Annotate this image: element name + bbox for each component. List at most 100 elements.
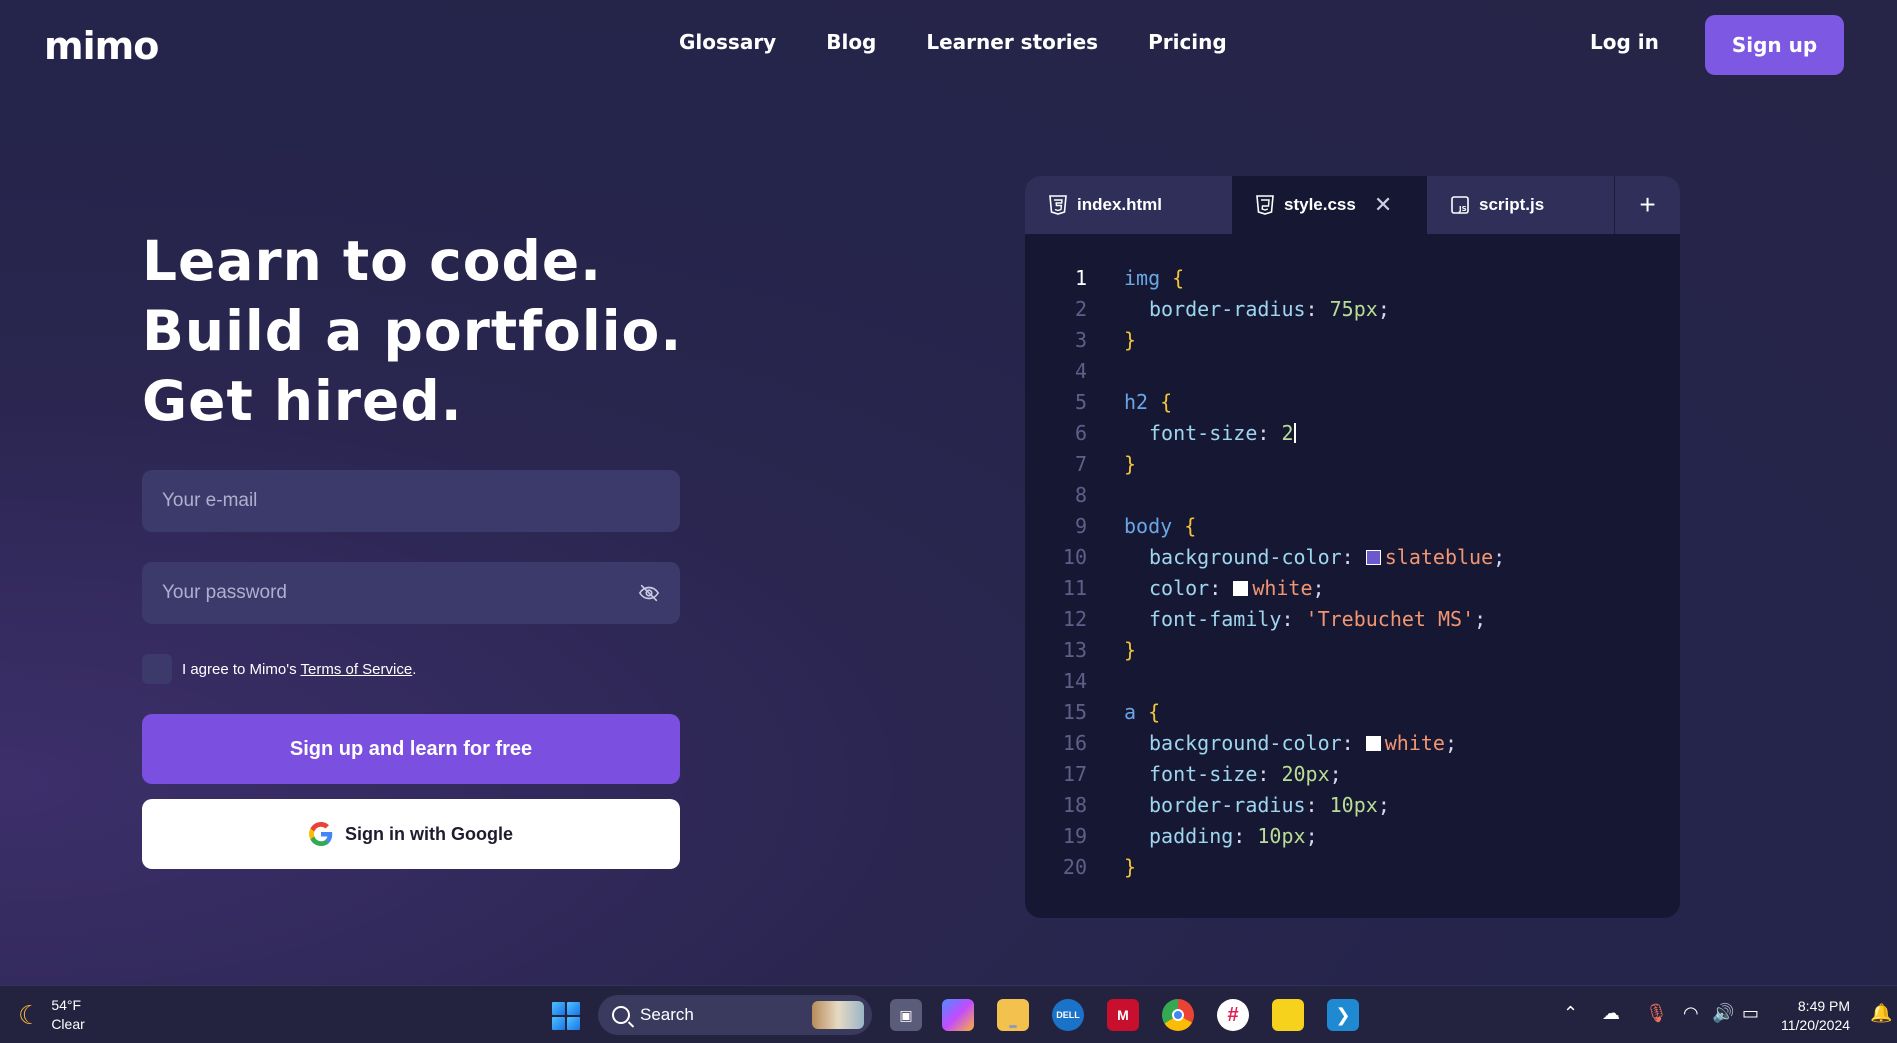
sticky-notes-icon[interactable]	[1272, 999, 1304, 1031]
color-swatch[interactable]	[1365, 735, 1381, 751]
html5-icon	[1049, 195, 1067, 215]
line-number: 5	[1074, 389, 1087, 414]
close-tab-icon[interactable]: ✕	[1374, 192, 1392, 218]
windows-start-icon[interactable]	[552, 1002, 580, 1030]
code-line: 13}	[1025, 634, 1680, 665]
nav-pricing[interactable]: Pricing	[1148, 30, 1227, 54]
code-line: 20}	[1025, 851, 1680, 882]
search-icon	[612, 1006, 630, 1024]
line-number: 19	[1062, 823, 1087, 848]
weather-widget[interactable]: ☾ 54°F Clear	[18, 996, 85, 1034]
email-input[interactable]	[162, 490, 660, 512]
code-area[interactable]: 1 img { 2 border-radius: 75px; 3} 4 5 h2 { …	[1025, 262, 1680, 882]
mcafee-icon[interactable]: M	[1107, 999, 1139, 1031]
copilot-icon[interactable]	[942, 999, 974, 1031]
line-number: 20	[1062, 854, 1087, 879]
google-button-label: Sign in with Google	[345, 823, 513, 844]
editor-tabs: index.html style.css ✕ JS script.js +	[1025, 176, 1680, 234]
mimo-logo[interactable]: mimo	[44, 24, 159, 68]
add-tab-button[interactable]: +	[1614, 176, 1680, 234]
code-line: 12 font-family: 'Trebuchet MS';	[1025, 603, 1680, 634]
code-line: 4	[1025, 355, 1680, 386]
battery-icon[interactable]: ▭	[1742, 1003, 1759, 1024]
code-line: 16 background-color: white;	[1025, 727, 1680, 758]
nav-learner-stories[interactable]: Learner stories	[926, 30, 1098, 54]
code-line: 3}	[1025, 324, 1680, 355]
eye-off-icon[interactable]	[638, 582, 660, 604]
line-number: 3	[1074, 327, 1087, 352]
css3-icon	[1256, 195, 1274, 215]
chrome-icon[interactable]	[1162, 999, 1194, 1031]
hero-line-1: Learn to code.	[142, 229, 603, 293]
terms-agreement: I agree to Mimo's Terms of Service.	[142, 654, 416, 684]
color-swatch[interactable]	[1365, 549, 1381, 565]
line-number: 14	[1062, 668, 1087, 693]
terms-link[interactable]: Terms of Service	[300, 661, 412, 678]
line-number: 6	[1074, 420, 1087, 445]
email-field[interactable]	[142, 470, 680, 532]
notifications-icon[interactable]: 🔔	[1870, 1003, 1892, 1024]
color-swatch[interactable]	[1233, 580, 1249, 596]
slack-icon[interactable]: #	[1217, 999, 1249, 1031]
line-number: 18	[1062, 792, 1087, 817]
password-field[interactable]	[142, 562, 680, 624]
google-signin-button[interactable]: Sign in with Google	[142, 799, 680, 869]
code-line: 9 body {	[1025, 510, 1680, 541]
code-line: 8	[1025, 479, 1680, 510]
hero-line-2: Build a portfolio.	[142, 299, 683, 363]
password-input[interactable]	[162, 582, 638, 604]
line-number: 15	[1062, 699, 1087, 724]
login-link[interactable]: Log in	[1590, 30, 1659, 54]
clock[interactable]: 8:49 PM 11/20/2024	[1781, 997, 1850, 1035]
line-number: 16	[1062, 730, 1087, 755]
line-number: 11	[1062, 575, 1087, 600]
code-line: 14	[1025, 665, 1680, 696]
file-explorer-icon[interactable]	[997, 999, 1029, 1031]
tab-style-css[interactable]: style.css ✕	[1232, 176, 1427, 234]
line-number: 17	[1062, 761, 1087, 786]
chevron-up-icon[interactable]: ⌃	[1563, 1003, 1578, 1024]
task-view-icon[interactable]: ▣	[890, 999, 922, 1031]
code-line: 6 font-size: 2	[1025, 417, 1680, 448]
code-line: 17 font-size: 20px;	[1025, 758, 1680, 789]
code-line: 10 background-color: slateblue;	[1025, 541, 1680, 572]
signup-free-button[interactable]: Sign up and learn for free	[142, 714, 680, 784]
main-nav: Glossary Blog Learner stories Pricing	[679, 30, 1227, 54]
tab-index-html[interactable]: index.html	[1025, 176, 1232, 234]
js-icon: JS	[1451, 196, 1469, 214]
hero-heading: Learn to code. Build a portfolio. Get hi…	[142, 226, 682, 436]
signup-button[interactable]: Sign up	[1705, 15, 1844, 75]
line-number: 9	[1074, 513, 1087, 538]
dell-icon[interactable]: DELL	[1052, 999, 1084, 1031]
code-line: 2 border-radius: 75px;	[1025, 293, 1680, 324]
wifi-icon[interactable]: ◠	[1683, 1003, 1699, 1024]
line-number: 8	[1074, 482, 1087, 507]
onedrive-icon[interactable]: ☁	[1602, 1003, 1620, 1024]
code-line: 5 h2 {	[1025, 386, 1680, 417]
code-line: 1 img {	[1025, 262, 1680, 293]
moon-icon: ☾	[18, 999, 42, 1030]
text-cursor	[1293, 422, 1296, 443]
code-editor: index.html style.css ✕ JS script.js + 1i…	[1025, 176, 1680, 918]
tab-script-js[interactable]: JS script.js	[1427, 176, 1614, 234]
code-line: 18 border-radius: 10px;	[1025, 789, 1680, 820]
svg-text:JS: JS	[1458, 205, 1467, 213]
search-highlight-image	[812, 1001, 864, 1029]
line-number: 13	[1062, 637, 1087, 662]
line-number: 10	[1062, 544, 1087, 569]
nav-blog[interactable]: Blog	[826, 30, 876, 54]
taskbar-search[interactable]: Search	[598, 995, 872, 1035]
line-number: 7	[1074, 451, 1087, 476]
line-number: 2	[1074, 296, 1087, 321]
terms-text: I agree to Mimo's Terms of Service.	[182, 660, 417, 678]
line-number: 12	[1062, 606, 1087, 631]
google-icon	[309, 822, 333, 846]
windows-taskbar: ☾ 54°F Clear Search ▣ DELL M # ❯ ⌃ ☁ 🎙 ◠ …	[0, 985, 1897, 1043]
volume-icon[interactable]: 🔊	[1712, 1003, 1734, 1024]
nav-glossary[interactable]: Glossary	[679, 30, 776, 54]
code-line: 15 a {	[1025, 696, 1680, 727]
microphone-icon[interactable]: 🎙	[1645, 1003, 1668, 1024]
vscode-icon[interactable]: ❯	[1327, 999, 1359, 1031]
terms-checkbox[interactable]	[142, 654, 172, 684]
code-line: 11 color: white;	[1025, 572, 1680, 603]
